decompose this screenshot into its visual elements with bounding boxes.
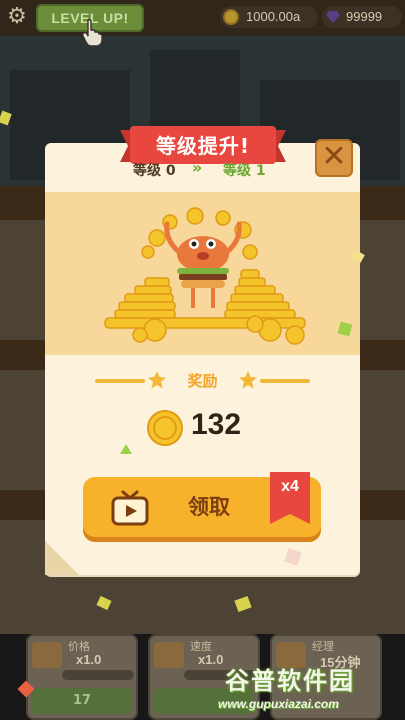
level-change-row: 等级 0 » 等级 1 xyxy=(45,156,360,182)
claim-label: 领取 xyxy=(188,495,230,519)
burger-thumbnail xyxy=(32,642,62,668)
burger-with-coins-illustration xyxy=(104,207,306,345)
double-arrow-icon: » xyxy=(192,158,202,177)
tv-video-icon xyxy=(111,490,149,526)
level-from: 等级 0 xyxy=(133,163,176,179)
confetti xyxy=(120,444,132,454)
watermark-url: www.gupuxiazai.com xyxy=(218,697,339,711)
speed-thumbnail xyxy=(154,642,184,668)
reward-label: 奖励 xyxy=(187,372,218,390)
settings-gear-icon[interactable]: ⚙ xyxy=(3,3,31,31)
watermark-title: 谷普软件园 xyxy=(225,667,355,695)
card-multiplier: x1.0 xyxy=(76,652,102,667)
card-progress xyxy=(62,670,134,680)
price-upgrade-card[interactable]: 价格 x1.0 17 xyxy=(26,634,138,720)
gem-icon xyxy=(326,11,340,23)
star-icon xyxy=(239,371,257,389)
reward-amount: 132 xyxy=(191,408,242,441)
star-icon xyxy=(148,371,166,389)
level-to: 等级 1 xyxy=(223,163,266,179)
coin-icon xyxy=(223,9,239,25)
game-screen: ⚙ LEVEL UP! 1000.00a 99999 价格 x1.0 17 速度… xyxy=(0,0,405,720)
coin-counter: 1000.00a xyxy=(220,6,318,28)
multiplier-label: x4 xyxy=(281,478,299,495)
gem-amount: 99999 xyxy=(346,9,383,24)
dialog-corner-fold xyxy=(45,541,79,575)
coin-amount: 1000.00a xyxy=(246,9,301,24)
pointing-hand-icon xyxy=(81,18,103,46)
reward-header: 奖励 xyxy=(95,368,310,394)
gem-counter: 99999 xyxy=(322,6,402,28)
coin-icon xyxy=(147,410,183,446)
card-upgrade-button[interactable]: 17 xyxy=(32,688,132,714)
celebration-artwork xyxy=(45,192,360,355)
card-multiplier: x1.0 xyxy=(198,652,224,667)
